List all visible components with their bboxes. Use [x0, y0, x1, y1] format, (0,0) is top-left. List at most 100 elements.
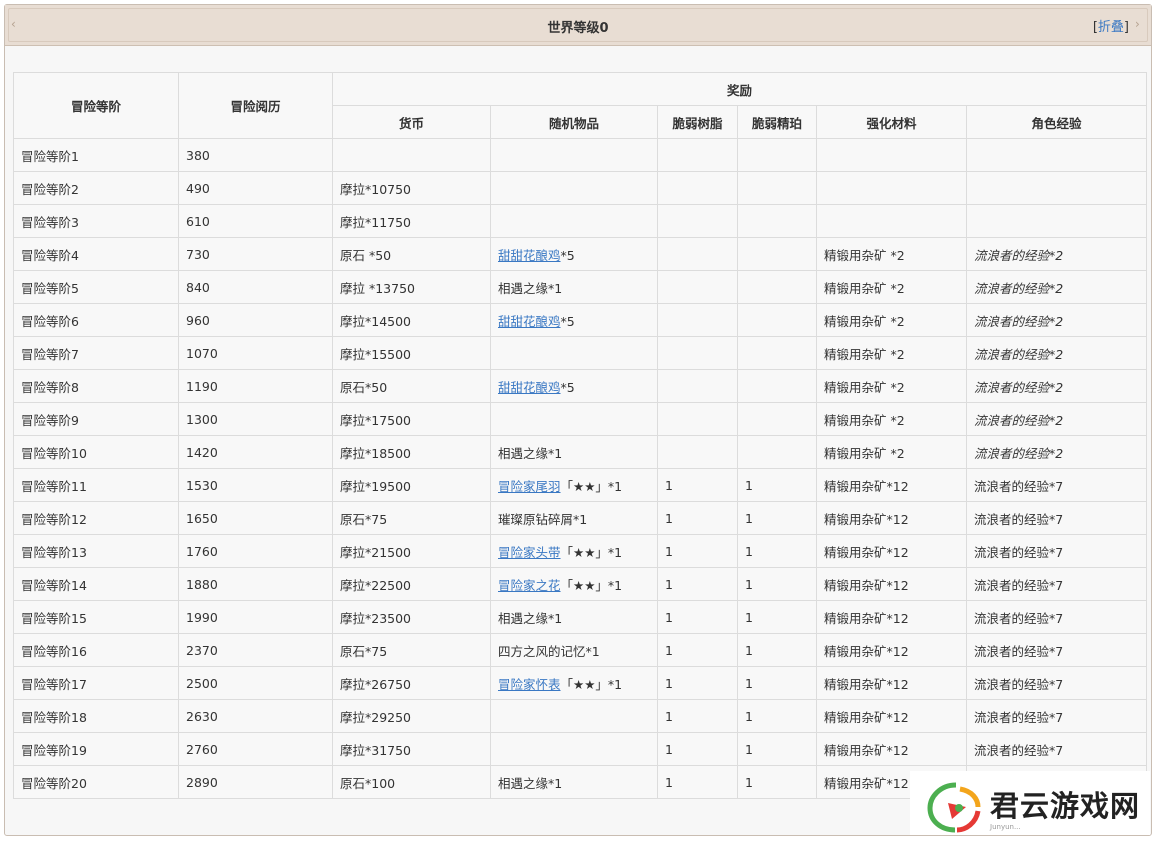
table-row: 冒险等阶11 1530 摩拉*19500 冒险家尾羽「★★」*1 1 1 精锻用杂矿*12 流…	[13, 468, 1148, 502]
table-row: 冒险等阶15 1990 摩拉*23500 相遇之缘*1 1 1 精锻用杂矿*12 流浪者的经验…	[13, 600, 1148, 634]
header-reward: 奖励	[331, 72, 1148, 106]
item-link[interactable]: 甜甜花酿鸡	[498, 380, 561, 395]
cell-exp: 2370	[178, 633, 333, 667]
cell-fragile-resin: 1	[657, 600, 738, 634]
table-row: 冒险等阶19 2760 摩拉*31750 1 1 精锻用杂矿*12 流浪者的经验*7	[13, 732, 1148, 766]
cell-enhance	[816, 171, 967, 205]
cell-rank: 冒险等阶12	[13, 501, 179, 535]
cell-fragile-resin	[657, 336, 738, 370]
header-char-exp: 角色经验	[965, 105, 1148, 139]
cell-enhance	[816, 138, 967, 172]
cell-currency: 摩拉*15500	[332, 336, 491, 370]
cell-currency: 摩拉*31750	[332, 732, 491, 766]
cell-fragile-resin	[657, 270, 738, 304]
cell-random-item: 相遇之缘*1	[490, 435, 658, 469]
cell-currency: 原石*100	[332, 765, 491, 799]
header-enhance: 强化材料	[816, 105, 967, 139]
table-row: 冒险等阶2 490 摩拉*10750	[13, 171, 1148, 205]
cell-fragile-essence: 1	[737, 765, 817, 799]
cell-random-item	[490, 336, 658, 370]
cell-char-exp: 流浪者的经验*7	[965, 633, 1148, 667]
cell-fragile-essence: 1	[737, 534, 817, 568]
table-row: 冒险等阶12 1650 原石*75 璀璨原钻碎屑*1 1 1 精锻用杂矿*12 流浪者的经验*…	[13, 501, 1148, 535]
cell-char-exp: 流浪者的经验*7	[965, 567, 1148, 601]
cell-fragile-essence: 1	[737, 699, 817, 733]
cell-exp: 490	[178, 171, 333, 205]
cell-enhance: 精锻用杂矿*12	[816, 567, 967, 601]
item-text: 相遇之缘*1	[498, 280, 563, 296]
cell-enhance: 精锻用杂矿 *2	[816, 270, 967, 304]
cell-random-item: 四方之风的记忆*1	[490, 633, 658, 667]
cell-rank: 冒险等阶18	[13, 699, 179, 733]
header-currency: 货币	[332, 105, 491, 139]
table-row: 冒险等阶1 380	[13, 138, 1148, 172]
item-text: 璀璨原钻碎屑*1	[498, 511, 588, 527]
cell-exp: 1760	[178, 534, 333, 568]
cell-random-item	[490, 402, 658, 436]
table-row: 冒险等阶9 1300 摩拉*17500 精锻用杂矿 *2 流浪者的经验*2	[13, 402, 1148, 436]
cell-rank: 冒险等阶11	[13, 468, 179, 502]
cell-char-exp	[965, 204, 1148, 238]
table-row: 冒险等阶13 1760 摩拉*21500 冒险家头带「★★」*1 1 1 精锻用杂矿*12 流…	[13, 534, 1148, 568]
watermark-subtext: Junyun...	[990, 823, 1021, 831]
cell-exp: 1650	[178, 501, 333, 535]
cell-fragile-essence	[737, 435, 817, 469]
cell-enhance: 精锻用杂矿 *2	[816, 369, 967, 403]
table-row: 冒险等阶6 960 摩拉*14500 甜甜花酿鸡*5 精锻用杂矿 *2 流浪者的经验*2	[13, 303, 1148, 337]
table-row: 冒险等阶5 840 摩拉 *13750 相遇之缘*1 精锻用杂矿 *2 流浪者的经验*2	[13, 270, 1148, 304]
item-link[interactable]: 冒险家尾羽	[498, 479, 561, 494]
item-text: 「★★」*1	[560, 577, 623, 593]
item-link[interactable]: 甜甜花酿鸡	[498, 248, 561, 263]
cell-fragile-essence	[737, 336, 817, 370]
panel-header: ‹ › 世界等级0 [折叠]	[5, 5, 1151, 46]
item-text: *5	[560, 379, 575, 395]
cell-currency: 摩拉*26750	[332, 666, 491, 700]
header-rank: 冒险等阶	[13, 72, 179, 139]
cell-enhance	[816, 204, 967, 238]
collapse-link[interactable]: 折叠	[1098, 20, 1124, 35]
cell-enhance: 精锻用杂矿 *2	[816, 336, 967, 370]
cell-fragile-resin	[657, 171, 738, 205]
cell-fragile-resin: 1	[657, 633, 738, 667]
header-random-item: 随机物品	[490, 105, 658, 139]
cell-enhance: 精锻用杂矿*12	[816, 501, 967, 535]
cell-currency: 摩拉*21500	[332, 534, 491, 568]
cell-rank: 冒险等阶3	[13, 204, 179, 238]
cell-enhance: 精锻用杂矿*12	[816, 468, 967, 502]
cell-char-exp: 流浪者的经验*2	[965, 336, 1148, 370]
header-fragile-resin: 脆弱树脂	[657, 105, 738, 139]
cell-currency: 摩拉*10750	[332, 171, 491, 205]
cell-exp: 380	[178, 138, 333, 172]
item-link[interactable]: 冒险家怀表	[498, 677, 561, 692]
cell-enhance: 精锻用杂矿*12	[816, 732, 967, 766]
cell-fragile-resin	[657, 204, 738, 238]
cell-random-item: 冒险家尾羽「★★」*1	[490, 468, 658, 502]
cell-rank: 冒险等阶10	[13, 435, 179, 469]
cell-char-exp: 流浪者的经验*2	[965, 369, 1148, 403]
table-row: 冒险等阶17 2500 摩拉*26750 冒险家怀表「★★」*1 1 1 精锻用杂矿*12 流…	[13, 666, 1148, 700]
cell-char-exp: 流浪者的经验*7	[965, 666, 1148, 700]
cell-exp: 2500	[178, 666, 333, 700]
cell-enhance: 精锻用杂矿*12	[816, 666, 967, 700]
panel-title: 世界等级0	[547, 21, 609, 36]
table-row: 冒险等阶3 610 摩拉*11750	[13, 204, 1148, 238]
header-fragile-essence: 脆弱精珀	[737, 105, 817, 139]
cell-currency: 摩拉*29250	[332, 699, 491, 733]
cell-random-item	[490, 732, 658, 766]
cell-random-item: 甜甜花酿鸡*5	[490, 237, 658, 271]
cell-fragile-resin	[657, 402, 738, 436]
cell-random-item: 相遇之缘*1	[490, 270, 658, 304]
cell-char-exp: 流浪者的经验*7	[965, 732, 1148, 766]
cell-rank: 冒险等阶20	[13, 765, 179, 799]
cell-fragile-resin	[657, 435, 738, 469]
cell-char-exp	[965, 171, 1148, 205]
item-link[interactable]: 甜甜花酿鸡	[498, 314, 561, 329]
cell-fragile-essence	[737, 138, 817, 172]
table-row: 冒险等阶10 1420 摩拉*18500 相遇之缘*1 精锻用杂矿 *2 流浪者的经验*2	[13, 435, 1148, 469]
item-link[interactable]: 冒险家头带	[498, 545, 561, 560]
watermark-logo-icon	[927, 782, 981, 833]
item-link[interactable]: 冒险家之花	[498, 578, 561, 593]
item-text: *5	[560, 247, 575, 263]
cell-random-item	[490, 204, 658, 238]
cell-fragile-resin: 1	[657, 534, 738, 568]
